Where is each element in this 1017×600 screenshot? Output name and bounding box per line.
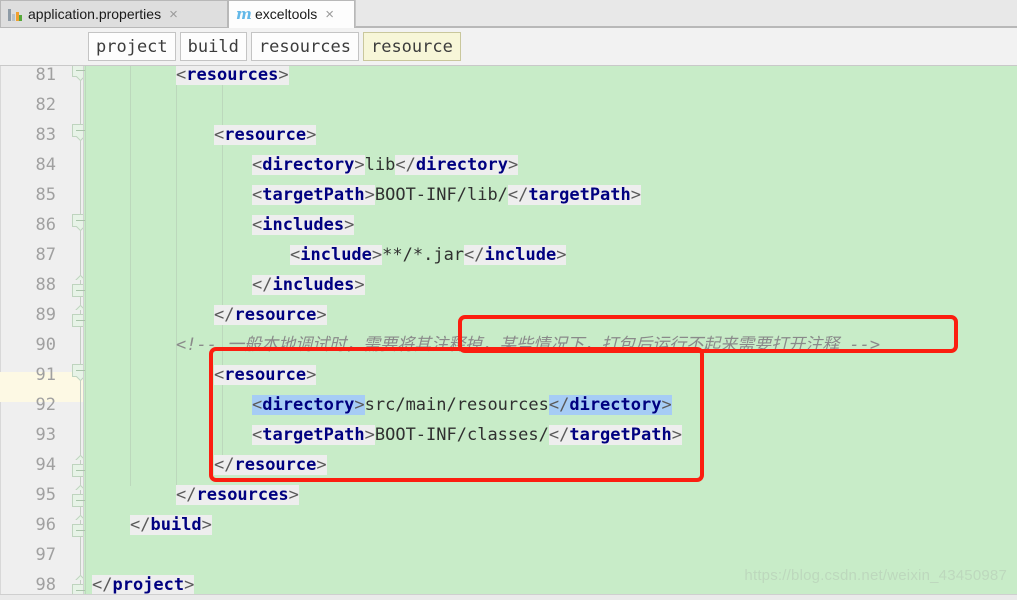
breadcrumb-bar: project build resources resource — [0, 28, 1017, 66]
code-line-88[interactable]: </includes> — [84, 270, 1017, 300]
code-line-83[interactable]: <resource> — [84, 120, 1017, 150]
line-number: 98 — [35, 575, 56, 594]
code-line-87[interactable]: <include>**/*.jar</include> — [84, 240, 1017, 270]
watermark: https://blog.csdn.net/weixin_43450987 — [744, 567, 1007, 584]
code-editor[interactable]: 81 82 83 84 85 86 87 88 89 90 91 92 93 9… — [0, 66, 1017, 594]
gutter-row: 82 — [0, 90, 84, 120]
breadcrumb: project build resources resource — [88, 32, 465, 61]
editor-gutter[interactable]: 81 82 83 84 85 86 87 88 89 90 91 92 93 9… — [0, 66, 89, 594]
line-number: 95 — [35, 485, 56, 505]
line-number: 94 — [35, 455, 56, 475]
line-number: 89 — [35, 305, 56, 325]
code-line-82[interactable] — [84, 90, 1017, 120]
line-number: 88 — [35, 275, 56, 295]
gutter-row: 90 — [0, 330, 84, 360]
line-number: 96 — [35, 515, 56, 535]
line-number: 91 — [35, 365, 56, 385]
line-number: 86 — [35, 215, 56, 235]
close-icon[interactable]: × — [169, 7, 178, 22]
line-number: 82 — [35, 95, 56, 115]
gutter-row: 84 — [0, 150, 84, 180]
resource-block-box — [209, 347, 704, 482]
line-number: 81 — [35, 66, 56, 85]
line-number: 90 — [35, 335, 56, 355]
status-bar — [0, 594, 1017, 600]
close-icon[interactable]: × — [325, 7, 334, 22]
gutter-row: 85 — [0, 180, 84, 210]
gutter-row: 97 — [0, 540, 84, 570]
tab-application-properties[interactable]: application.properties × — [0, 0, 228, 27]
breadcrumb-item-build[interactable]: build — [179, 32, 247, 61]
tab-label: exceltools — [255, 6, 318, 22]
line-number: 84 — [35, 155, 56, 175]
gutter-row: 92 — [0, 390, 84, 420]
editor-tab-bar: application.properties × m exceltools × — [0, 0, 1017, 28]
code-line-95[interactable]: </resources> — [84, 480, 1017, 510]
code-line-97[interactable] — [84, 540, 1017, 570]
breadcrumb-item-resources[interactable]: resources — [250, 32, 359, 61]
line-number: 93 — [35, 425, 56, 445]
line-number: 83 — [35, 125, 56, 145]
properties-file-icon — [8, 7, 23, 22]
breadcrumb-item-project[interactable]: project — [88, 32, 176, 61]
tab-exceltools[interactable]: m exceltools × — [228, 0, 355, 28]
gutter-row: 87 — [0, 240, 84, 270]
line-number: 85 — [35, 185, 56, 205]
code-line-84[interactable]: <directory>lib</directory> — [84, 150, 1017, 180]
gutter-row: 93 — [0, 420, 84, 450]
code-line-96[interactable]: </build> — [84, 510, 1017, 540]
code-line-81[interactable]: <resources> — [84, 66, 1017, 90]
tab-label: application.properties — [28, 6, 162, 22]
code-line-85[interactable]: <targetPath>BOOT-INF/lib/</targetPath> — [84, 180, 1017, 210]
breadcrumb-item-resource[interactable]: resource — [362, 32, 461, 61]
line-number: 97 — [35, 545, 56, 565]
tab-bar-filler — [355, 0, 1017, 27]
maven-module-icon: m — [236, 4, 252, 23]
line-number: 87 — [35, 245, 56, 265]
code-line-86[interactable]: <includes> — [84, 210, 1017, 240]
line-number: 92 — [35, 395, 56, 415]
ide-window: application.properties × m exceltools × … — [0, 0, 1017, 600]
